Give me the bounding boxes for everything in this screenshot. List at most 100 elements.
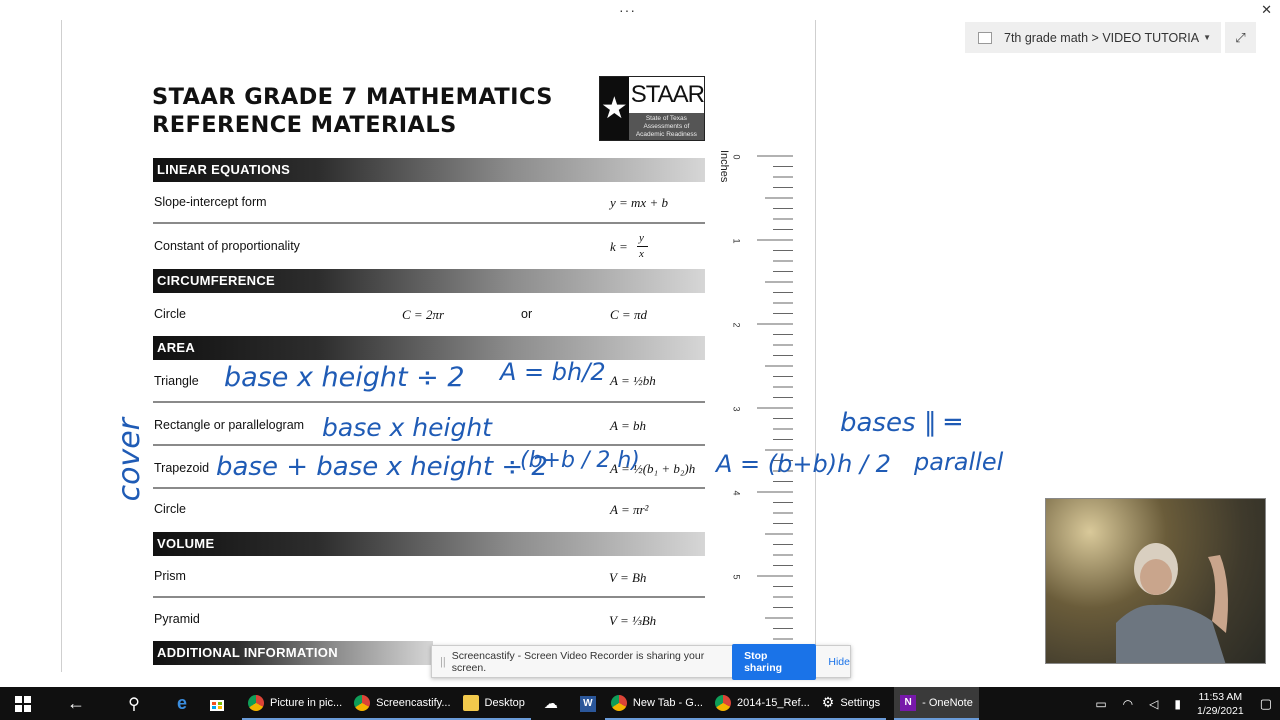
row-divider	[153, 487, 705, 489]
sheet-title-line1: STAAR GRADE 7 MATHEMATICS	[152, 84, 553, 110]
breadcrumb-text: 7th grade math > VIDEO TUTORIA	[1004, 30, 1200, 45]
store-bag-icon	[210, 699, 224, 711]
ruler-number: 4	[731, 490, 742, 496]
taskbar-app-picture-in-picture[interactable]: Picture in pic...	[242, 687, 349, 720]
row-divider	[153, 596, 705, 598]
taskbar-app-onenote[interactable]: N - OneNote	[894, 687, 979, 720]
ink-rectangle-note: base x height	[322, 413, 492, 442]
section-header-circumference: CIRCUMFERENCE	[153, 269, 705, 293]
ruler-number: 2	[731, 322, 742, 328]
battery-icon[interactable]: ▭	[1095, 697, 1106, 711]
formula-proportionality: k =	[610, 239, 628, 254]
row-divider	[153, 222, 705, 224]
section-header-volume: VOLUME	[153, 532, 705, 556]
taskbar-app-label: Settings	[840, 696, 881, 709]
formula-circumference-radius: C = 2πr	[402, 307, 445, 322]
back-arrow-icon[interactable]: ←	[46, 687, 106, 720]
page-icon	[978, 31, 992, 44]
row-label-triangle: Triangle	[154, 374, 199, 388]
canvas-border-right	[815, 20, 816, 672]
screen-sharing-bar: || Screencastify - Screen Video Recorder…	[431, 643, 851, 680]
ink-bases-note: bases ∥ ═	[840, 408, 961, 438]
clock-time: 11:53 AM	[1198, 690, 1243, 703]
hide-link[interactable]: Hide	[828, 656, 850, 668]
formula-triangle: A = ½bh	[610, 373, 656, 388]
row-label-rectangle: Rectangle or parallelogram	[154, 418, 305, 432]
chrome-icon	[248, 694, 264, 711]
store-icon[interactable]	[202, 687, 232, 720]
taskbar: ← ⚲ e Picture in pic... Screencastify...…	[0, 687, 1280, 720]
taskbar-app-new-tab[interactable]: New Tab - G...	[604, 687, 709, 720]
system-tray: ▭ ◠ ◁ ▮ 11:53 AM 1/29/2021 ▢	[1095, 690, 1280, 718]
webcam-overlay[interactable]	[1045, 498, 1266, 664]
ink-trapezoid-note: base + base x height ÷ 2	[216, 452, 548, 482]
folder-icon	[462, 694, 479, 711]
ink-triangle-note: base x height ÷ 2	[224, 362, 465, 393]
clock[interactable]: 11:53 AM 1/29/2021	[1197, 690, 1244, 718]
chevron-down-icon: ▼	[1203, 33, 1211, 42]
row-divider	[153, 401, 705, 403]
taskbar-app-label: Desktop	[484, 696, 525, 709]
ink-cover-note: cover	[112, 418, 147, 502]
page-breadcrumb-dropdown[interactable]: 7th grade math > VIDEO TUTORIA ▼	[965, 22, 1221, 53]
row-label-circle-circumference: Circle	[154, 307, 186, 321]
stop-sharing-button[interactable]: Stop sharing	[732, 643, 817, 680]
wifi-icon[interactable]: ◠	[1123, 697, 1133, 711]
section-header-additional: ADDITIONAL INFORMATION	[153, 641, 433, 665]
gear-icon: ⚙	[821, 694, 835, 710]
close-icon[interactable]: ✕	[1261, 2, 1272, 18]
row-label-trapezoid: Trapezoid	[154, 461, 210, 475]
ruler-number: 0	[731, 154, 742, 160]
cloud-icon[interactable]: ☁	[531, 687, 571, 720]
inches-ruler	[757, 155, 793, 640]
taskbar-app-label: 2014-15_Ref...	[737, 696, 810, 709]
formula-prism: V = Bh	[609, 570, 647, 585]
ruler-number: 5	[731, 574, 742, 580]
taskbar-app-label: New Tab - G...	[632, 696, 703, 709]
formula-rectangle: A = bh	[610, 418, 646, 433]
section-header-linear: LINEAR EQUATIONS	[153, 158, 705, 182]
taskbar-app-settings[interactable]: ⚙ Settings	[815, 687, 887, 720]
notification-icon[interactable]: ▢	[1260, 696, 1272, 712]
ruler-label: Inches	[718, 150, 730, 183]
ruler-number: 3	[731, 406, 742, 412]
canvas-border-left	[61, 20, 62, 672]
drag-handle-icon[interactable]: ||	[440, 656, 446, 668]
row-label-slope: Slope-intercept form	[154, 195, 267, 209]
sheet-title: STAAR GRADE 7 MATHEMATICS REFERENCE MATE…	[152, 83, 553, 139]
staar-logo: ★ STAAR State of Texas Assessments of Ac…	[599, 76, 705, 141]
formula-proportionality-denominator: x	[639, 248, 644, 260]
ruler-number: 1	[731, 238, 742, 244]
word-icon[interactable]: W	[571, 687, 605, 720]
volume-icon[interactable]: ◁	[1149, 697, 1158, 711]
clock-date: 1/29/2021	[1196, 704, 1244, 717]
star-icon: ★	[600, 77, 629, 140]
screen: ··· ✕ STAAR GRADE 7 MATHEMATICS REFERENC…	[0, 0, 1280, 720]
taskbar-app-label: - OneNote	[922, 696, 973, 709]
search-icon[interactable]: ⚲	[106, 687, 162, 720]
row-divider	[153, 444, 705, 446]
webcam-person-image	[1116, 543, 1228, 663]
expand-button[interactable]: ⤢	[1225, 22, 1256, 53]
sheet-title-line2: REFERENCE MATERIALS	[152, 112, 457, 138]
staar-logo-subtitle: State of Texas Assessments of Academic R…	[628, 113, 704, 140]
row-label-proportionality: Constant of proportionality	[154, 239, 300, 253]
start-button[interactable]	[0, 687, 46, 720]
microphone-icon[interactable]: ▮	[1174, 697, 1181, 711]
edge-icon[interactable]: e	[162, 687, 202, 720]
fraction-bar	[637, 246, 648, 247]
taskbar-app-desktop[interactable]: Desktop	[456, 687, 531, 720]
formula-circle-area: A = πr²	[610, 502, 649, 517]
taskbar-app-reference-pdf[interactable]: 2014-15_Ref...	[709, 687, 816, 720]
chrome-icon	[354, 694, 371, 711]
formula-pyramid: V = ⅓Bh	[609, 613, 657, 628]
ink-trapezoid-paren: (b+b / 2 h)	[520, 448, 640, 473]
row-label-prism: Prism	[154, 569, 186, 583]
taskbar-app-label: Picture in pic...	[270, 696, 343, 709]
formula-slope: y = mx + b	[610, 195, 668, 210]
or-text: or	[521, 307, 533, 321]
row-label-pyramid: Pyramid	[154, 612, 200, 626]
taskbar-app-screencastify[interactable]: Screencastify...	[348, 687, 457, 720]
staar-logo-word: STAAR	[630, 81, 705, 108]
window-menu-dots[interactable]: ···	[619, 2, 636, 18]
